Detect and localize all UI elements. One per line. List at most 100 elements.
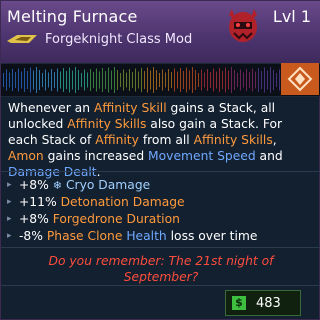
item-level: Lvl 1: [272, 7, 311, 26]
stripe-bar: [270, 67, 271, 93]
stripe-bar: [129, 69, 130, 91]
keyword-affinity-skills: Affinity Skills: [193, 133, 273, 147]
stripe-bar: [219, 68, 220, 92]
stripe-bar: [105, 71, 106, 89]
item-header: Melting Furnace Lvl 1 Forgeknight Class …: [1, 1, 320, 63]
stat-value: +8%: [19, 212, 49, 226]
stat-label: Cryo Damage: [65, 178, 151, 192]
divider: [1, 171, 320, 172]
stripe-bar: [48, 72, 49, 88]
stripe-bar: [123, 69, 124, 91]
keyword-movement-speed: Movement Speed: [148, 149, 256, 163]
description-text: ,: [272, 133, 277, 147]
stripe-bar: [57, 68, 58, 92]
stripe-bar: [84, 69, 85, 91]
item-type: Forgeknight Class Mod: [45, 31, 193, 47]
stat-value: -8%: [19, 229, 43, 243]
stat-row: ▸ +8% Forgedrone Duration: [7, 211, 317, 228]
manufacturer-stripe: [1, 63, 320, 97]
keyword-amon: Amon: [8, 149, 44, 163]
description-text: Whenever an: [8, 101, 94, 115]
stat-row: ▸ +8% ❄ Cryo Damage: [7, 177, 317, 194]
stripe-bar: [243, 72, 244, 88]
stripe-bar: [210, 72, 211, 88]
divider: [1, 247, 320, 248]
stripe-bar: [108, 67, 109, 93]
stripe-bar: [159, 73, 160, 87]
stripe-bar: [87, 72, 88, 88]
price-value: 483: [256, 295, 281, 311]
keyword-affinity-skill: Affinity Skill: [93, 101, 167, 115]
stripe-bar: [147, 67, 148, 93]
stripe-bar: [135, 68, 136, 92]
stripe-bar: [204, 72, 205, 88]
stripe-bar: [96, 68, 97, 92]
stripe-bar: [132, 72, 133, 88]
stat-label: Detonation Damage: [60, 195, 185, 209]
stat-row: ▸ +11% Detonation Damage: [7, 194, 317, 211]
stripe-bar: [45, 69, 46, 91]
stripe-bar: [24, 68, 25, 92]
stat-row: ▸ -8% Phase Clone Health loss over time: [7, 228, 317, 245]
stripe-bar: [144, 71, 145, 89]
stripe-bar: [225, 67, 226, 93]
stripe-bar: [213, 68, 214, 92]
stat-value: +8%: [19, 178, 49, 192]
manufacturer-badge: [281, 63, 319, 95]
stripe-bar: [111, 70, 112, 90]
description-text: and: [255, 149, 283, 163]
stripe-bar: [162, 69, 163, 91]
stripe-bar: [183, 71, 184, 89]
description-text: from all: [138, 133, 194, 147]
stripe-bar: [177, 71, 178, 89]
stripe-bar: [267, 70, 268, 90]
stripe-bar: [114, 67, 115, 93]
keyword-affinity: Affinity: [95, 133, 139, 147]
stripe-bar: [195, 70, 196, 90]
item-card: Melting Furnace Lvl 1 Forgeknight Class …: [0, 0, 320, 320]
stripe-bar: [207, 69, 208, 91]
stripe-bar: [150, 70, 151, 90]
stripe-bar: [18, 68, 19, 92]
forgeknight-character-icon: [229, 9, 257, 42]
divider: [1, 285, 320, 286]
stripe-bar: [102, 68, 103, 92]
stripe-bar: [81, 73, 82, 87]
description-text: gains increased: [43, 149, 149, 163]
item-type-row: Forgeknight Class Mod: [7, 30, 192, 48]
stripe-bar: [216, 71, 217, 89]
stat-label: Health: [126, 229, 167, 243]
stripe-bar: [3, 73, 4, 87]
stripe-bar: [192, 67, 193, 93]
stripe-bar: [273, 70, 274, 90]
stripe-bar: [21, 71, 22, 89]
stripe-bar: [78, 70, 79, 90]
stripe-bar: [231, 67, 232, 93]
stripe-bar: [168, 69, 169, 91]
stripe-bar: [117, 70, 118, 90]
stripe-bar: [174, 68, 175, 92]
keyword-affinity-skills: Affinity Skills: [67, 117, 147, 131]
stripe-bar: [141, 68, 142, 92]
stripe-bar: [246, 69, 247, 91]
stripe-bar: [261, 71, 262, 89]
diamond-emblem-icon: [287, 66, 313, 92]
stripe-bar: [69, 67, 70, 93]
stripe-bar: [255, 71, 256, 89]
bullet-icon: ▸: [7, 231, 12, 241]
stripe-bar: [120, 73, 121, 87]
stripe-bar: [222, 71, 223, 89]
stripe-bar: [258, 68, 259, 92]
stripe-bar: [93, 72, 94, 88]
stripe-bar: [6, 69, 7, 91]
bullet-icon: ▸: [7, 197, 12, 207]
stripe-bar: [165, 72, 166, 88]
stripe-bar: [153, 67, 154, 93]
bullet-icon: ▸: [7, 180, 12, 190]
stat-label: loss over time: [170, 229, 258, 243]
item-price: $ 483: [225, 290, 301, 316]
stripe-bar: [252, 68, 253, 92]
stripe-bar: [9, 72, 10, 88]
stripe-bar: [54, 72, 55, 88]
stripe-bar: [156, 70, 157, 90]
